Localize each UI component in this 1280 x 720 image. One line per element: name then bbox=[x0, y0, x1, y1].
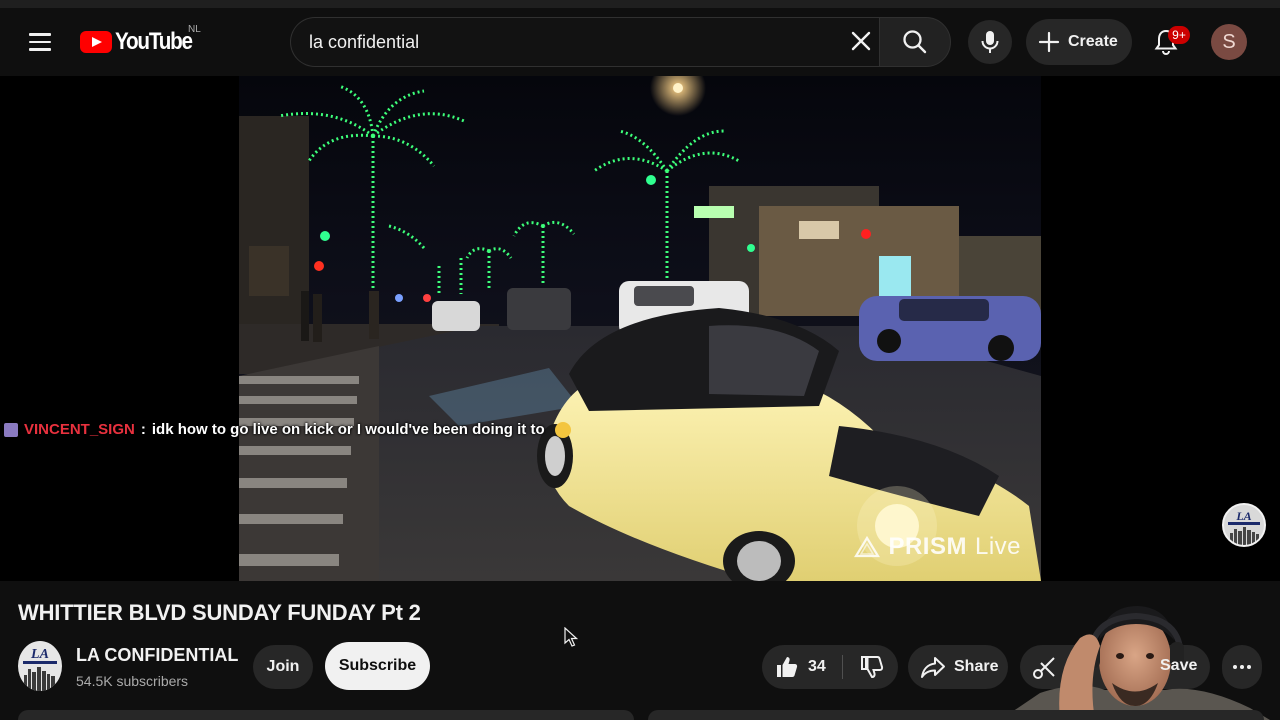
menu-bar-icon bbox=[29, 40, 51, 44]
guide-menu-button[interactable] bbox=[20, 22, 60, 62]
clear-search-button[interactable] bbox=[848, 27, 874, 57]
search-query: la confidential bbox=[309, 32, 420, 52]
dot-icon bbox=[1233, 665, 1237, 669]
svg-text:LA: LA bbox=[1235, 509, 1251, 523]
like-button[interactable]: 34 bbox=[762, 645, 842, 689]
notification-badge: 9+ bbox=[1168, 26, 1190, 44]
video-title: WHITTIER BLVD SUNDAY FUNDAY Pt 2 bbox=[18, 600, 421, 625]
youtube-play-icon bbox=[80, 31, 112, 53]
window-top-edge bbox=[0, 0, 1280, 8]
channel-name[interactable]: LA CONFIDENTIAL bbox=[76, 645, 238, 666]
prism-triangle-icon bbox=[854, 536, 881, 558]
svg-text:LA: LA bbox=[30, 647, 49, 662]
save-label: Save bbox=[1160, 657, 1198, 674]
search-button[interactable] bbox=[879, 17, 951, 67]
chat-overlay-message: VINCENT_SIGN : idk how to go live on kic… bbox=[4, 421, 571, 438]
dot-icon bbox=[1247, 665, 1251, 669]
channel-avatar[interactable]: LA bbox=[18, 641, 62, 691]
voice-search-button[interactable] bbox=[968, 20, 1012, 64]
more-actions-button[interactable] bbox=[1222, 645, 1262, 689]
description-card-edge bbox=[18, 710, 634, 720]
subscribe-button[interactable]: Subscribe bbox=[325, 642, 430, 690]
join-button[interactable]: Join bbox=[253, 645, 313, 689]
mouse-cursor-icon bbox=[564, 627, 578, 647]
create-button[interactable]: Create bbox=[1026, 19, 1132, 65]
plus-icon bbox=[1038, 31, 1060, 53]
video-frame bbox=[239, 76, 1041, 581]
la-confidential-logo-icon: LA bbox=[23, 647, 57, 691]
prism-live-watermark: PRISM Live bbox=[854, 533, 1021, 561]
share-label: Share bbox=[954, 658, 999, 675]
menu-bar-icon bbox=[29, 33, 51, 36]
chat-message-text: idk how to go live on kick or I would've… bbox=[151, 421, 545, 438]
chat-badge-icon bbox=[4, 422, 18, 437]
prism-suffix: Live bbox=[974, 533, 1021, 560]
like-dislike-group: 34 bbox=[762, 645, 898, 689]
thumbs-up-icon bbox=[777, 657, 798, 677]
laughing-emoji-icon bbox=[554, 421, 571, 438]
like-count: 34 bbox=[808, 658, 826, 675]
dislike-button[interactable] bbox=[846, 645, 898, 689]
menu-bar-icon bbox=[29, 48, 51, 51]
dot-icon bbox=[1240, 665, 1244, 669]
like-divider bbox=[842, 655, 843, 679]
create-label: Create bbox=[1068, 33, 1118, 50]
video-player[interactable]: PRISM Live bbox=[239, 76, 1041, 581]
chat-card-edge bbox=[648, 710, 1264, 720]
close-icon bbox=[851, 31, 871, 51]
share-button[interactable]: Share bbox=[908, 645, 1008, 689]
subscriber-count: 54.5K subscribers bbox=[76, 673, 189, 689]
youtube-logo[interactable]: YouTube bbox=[80, 26, 204, 58]
search-input[interactable]: la confidential bbox=[290, 17, 880, 67]
chat-separator: : bbox=[140, 421, 146, 438]
search-icon bbox=[903, 30, 927, 54]
la-confidential-logo-icon: LA bbox=[1228, 509, 1260, 545]
region-code: NL bbox=[188, 24, 201, 35]
logo-text: YouTube bbox=[115, 28, 193, 55]
account-avatar[interactable]: S bbox=[1211, 24, 1247, 60]
chat-username: VINCENT_SIGN bbox=[24, 421, 135, 438]
prism-brand: PRISM bbox=[888, 533, 967, 560]
microphone-icon bbox=[981, 31, 999, 53]
thumbs-down-icon bbox=[861, 656, 884, 679]
channel-watermark-logo[interactable]: LA bbox=[1222, 503, 1266, 547]
share-arrow-icon bbox=[921, 657, 945, 678]
